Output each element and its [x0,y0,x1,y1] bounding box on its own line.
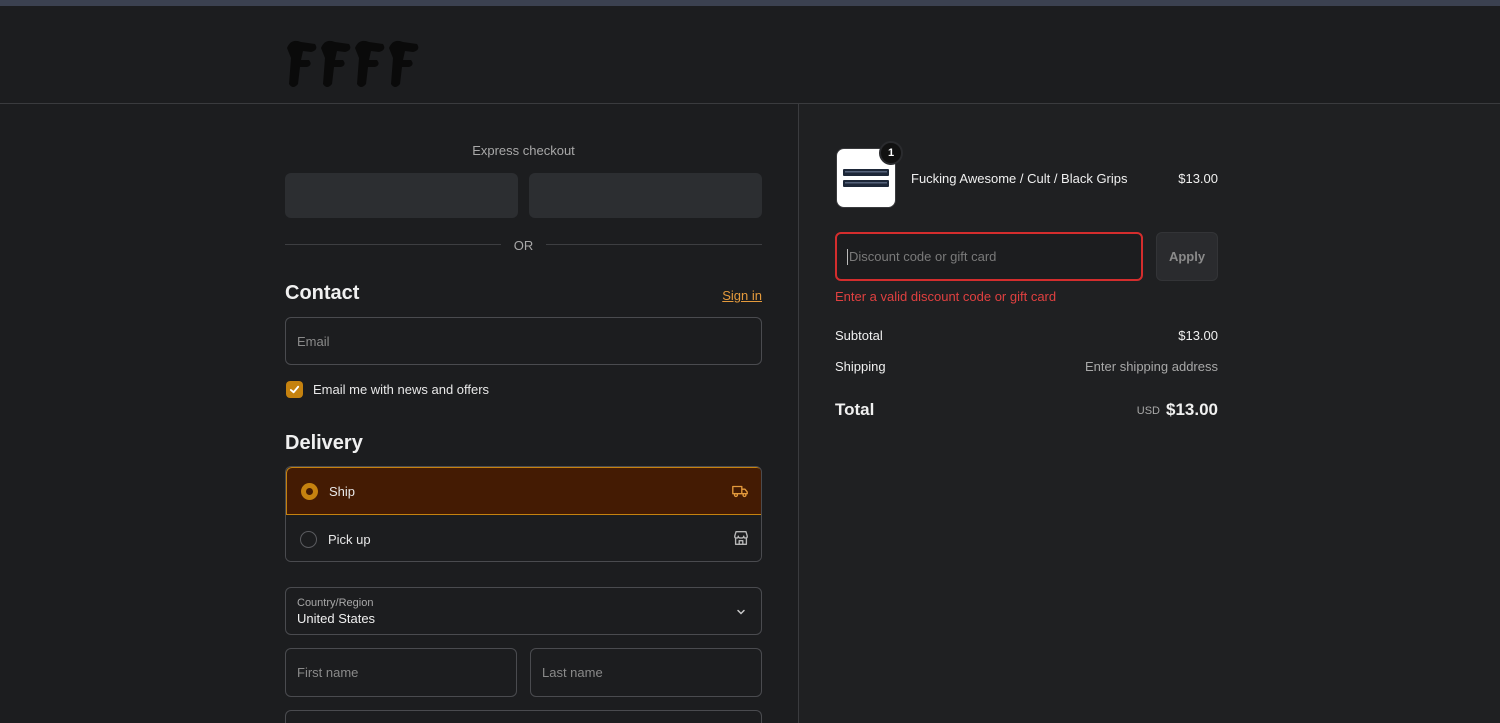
ship-label: Ship [329,483,356,499]
total-label: Total [835,400,875,419]
contact-title: Contact [285,282,360,304]
header [0,6,1500,104]
product-price: $13.00 [1178,171,1218,186]
shipping-label: Shipping [835,359,886,374]
quantity-badge: 1 [879,141,903,165]
store-logo[interactable] [285,34,425,90]
chevron-down-icon [737,609,745,615]
express-pay-button-1[interactable] [285,173,518,218]
express-pay-button-2[interactable] [529,173,762,218]
first-name-placeholder: First name [297,665,359,680]
country-value: United States [297,611,376,626]
subtotal-value: $13.00 [1178,328,1218,343]
subtotal-label: Subtotal [835,328,883,343]
pickup-label: Pick up [328,531,371,547]
delivery-method-group: Ship Pick up [285,466,762,562]
sign-in-link[interactable]: Sign in [700,288,762,303]
email-field[interactable]: Email [285,317,762,365]
column-divider [798,104,799,723]
last-name-field[interactable]: Last name [530,648,762,697]
delivery-option-pickup[interactable]: Pick up [286,515,761,561]
or-text: OR [513,238,534,253]
pickup-radio[interactable] [300,530,317,548]
discount-code-input[interactable]: Discount code or gift card [835,232,1143,281]
newsletter-label: Email me with news and offers [313,381,490,397]
country-label: Country/Region [297,597,374,609]
ship-radio[interactable] [301,482,318,500]
delivery-option-ship[interactable]: Ship [286,467,761,515]
total-value: $13.00 [1166,400,1218,419]
truck-icon [732,485,748,498]
discount-error-message: Enter a valid discount code or gift card [835,289,1057,304]
total-currency: USD [1136,405,1160,417]
store-icon [734,531,748,545]
first-name-field[interactable]: First name [285,648,517,697]
newsletter-option[interactable]: Email me with news and offers [286,380,489,398]
email-placeholder: Email [297,333,330,349]
shipping-value: Enter shipping address [1085,359,1218,374]
apply-discount-button[interactable]: Apply [1156,232,1218,281]
check-icon [289,385,300,393]
product-name: Fucking Awesome / Cult / Black Grips [911,171,1128,186]
discount-placeholder: Discount code or gift card [849,249,997,264]
country-select[interactable]: Country/Region United States [285,587,762,635]
delivery-title: Delivery [285,432,363,454]
address-field[interactable] [285,710,762,723]
or-separator: OR [285,238,762,253]
last-name-placeholder: Last name [542,665,603,680]
text-cursor [847,248,848,265]
express-checkout-title: Express checkout [472,143,575,158]
newsletter-checkbox[interactable] [286,380,303,398]
